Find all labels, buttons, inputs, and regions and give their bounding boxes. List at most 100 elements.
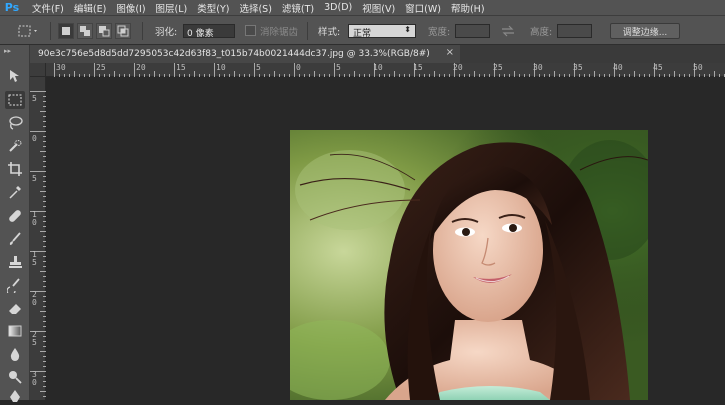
ruler-label: 3 0 — [32, 370, 37, 387]
style-value: 正常 — [353, 29, 372, 39]
panel-collapse-icon[interactable]: ▸▸ — [4, 47, 11, 55]
pen-icon — [10, 390, 20, 402]
dodge-tool[interactable] — [5, 368, 25, 386]
refine-edge-button[interactable]: 调整边缘... — [610, 23, 680, 39]
vertical-ruler[interactable]: 5 0 5 1 0 1 5 2 0 2 5 3 0 — [30, 77, 46, 400]
tools-panel: ▸▸ — [0, 45, 30, 402]
new-selection-button[interactable] — [58, 23, 74, 39]
width-label: 宽度: — [428, 26, 451, 38]
options-bar: 羽化: 0 像素 消除锯齿 样式: 正常 ⬍ 宽度: 高度: 调整边缘... — [0, 15, 725, 45]
ruler-label: 2 0 — [32, 290, 37, 307]
menu-select[interactable]: 选择(S) — [239, 1, 271, 15]
document-image[interactable] — [290, 130, 648, 400]
ruler-label: 5 — [32, 94, 37, 103]
menu-image[interactable]: 图像(I) — [116, 1, 145, 15]
ruler-label: 1 5 — [32, 250, 37, 267]
menu-3d[interactable]: 3D(D) — [324, 2, 352, 13]
ruler-label: 0 — [296, 63, 301, 72]
options-separator — [307, 22, 308, 40]
rect-marquee-tool[interactable] — [5, 91, 25, 109]
style-select[interactable]: 正常 ⬍ — [348, 24, 416, 39]
gradient-tool[interactable] — [5, 322, 25, 340]
ruler-label: 45 — [653, 63, 663, 72]
eraser-icon — [9, 304, 21, 314]
subtract-selection-icon — [99, 26, 110, 37]
tool-preset-picker[interactable] — [18, 16, 40, 45]
crop-icon — [8, 162, 22, 176]
feather-input[interactable]: 0 像素 — [183, 24, 235, 39]
bandage-icon — [9, 210, 21, 222]
options-separator — [142, 22, 143, 40]
feather-label: 羽化: — [155, 26, 178, 38]
rect-marquee-icon — [18, 25, 37, 36]
document-tab-title: 90e3c756e5d8d5dd7295053c42d63f83_t015b74… — [38, 49, 430, 59]
document-canvas[interactable] — [46, 77, 725, 400]
brush-icon — [9, 232, 21, 245]
stamp-icon — [9, 256, 22, 268]
horizontal-ruler[interactable]: 30 25 20 15 10 5 0 5 10 15 20 25 30 35 4… — [30, 63, 725, 77]
quick-selection-tool[interactable] — [5, 137, 25, 155]
move-tool[interactable] — [5, 67, 25, 85]
intersect-selection-icon — [117, 25, 129, 37]
move-icon — [10, 70, 19, 82]
dodge-icon — [9, 371, 22, 384]
add-to-selection-button[interactable] — [77, 23, 93, 39]
lasso-tool[interactable] — [5, 114, 25, 132]
ruler-label: 40 — [613, 63, 623, 72]
gradient-icon — [8, 325, 22, 337]
pen-tool[interactable] — [5, 387, 25, 405]
ruler-label: 20 — [453, 63, 463, 72]
antialias-option[interactable]: 消除锯齿 — [245, 16, 298, 45]
eraser-tool[interactable] — [5, 299, 25, 317]
menu-file[interactable]: 文件(F) — [32, 1, 64, 15]
ruler-label: 20 — [136, 63, 146, 72]
document-tab[interactable]: 90e3c756e5d8d5dd7295053c42d63f83_t015b74… — [30, 45, 460, 63]
brush-tool[interactable] — [5, 230, 25, 248]
healing-brush-tool[interactable] — [5, 207, 25, 225]
ruler-origin[interactable] — [30, 63, 46, 77]
menu-edit[interactable]: 编辑(E) — [74, 1, 106, 15]
antialias-checkbox[interactable] — [245, 25, 256, 36]
height-label: 高度: — [530, 26, 553, 38]
ruler-label: 15 — [413, 63, 423, 72]
ruler-label: 5 — [256, 63, 261, 72]
width-input[interactable] — [455, 24, 490, 38]
height-input[interactable] — [557, 24, 592, 38]
menu-layer[interactable]: 图层(L) — [156, 1, 188, 15]
close-icon[interactable]: × — [446, 47, 454, 58]
clone-stamp-tool[interactable] — [5, 253, 25, 271]
ruler-label: 2 5 — [32, 330, 37, 347]
quick-selection-icon — [9, 140, 22, 152]
ruler-label: 1 0 — [32, 210, 37, 227]
blur-drop-icon — [10, 348, 20, 361]
ruler-label: 10 — [373, 63, 383, 72]
ruler-label: 5 — [336, 63, 341, 72]
menu-help[interactable]: 帮助(H) — [451, 1, 485, 15]
ruler-label: 30 — [56, 63, 66, 72]
new-selection-icon — [62, 27, 70, 35]
menu-window[interactable]: 窗口(W) — [405, 1, 441, 15]
intersect-selection-button[interactable] — [115, 23, 131, 39]
ruler-label: 35 — [573, 63, 583, 72]
menu-view[interactable]: 视图(V) — [362, 1, 395, 15]
dropdown-arrow-icon: ⬍ — [404, 25, 411, 34]
ruler-label: 25 — [493, 63, 503, 72]
ruler-label: 30 — [533, 63, 543, 72]
history-brush-icon — [7, 278, 20, 293]
antialias-label: 消除锯齿 — [260, 26, 299, 38]
eyedropper-icon — [9, 186, 21, 199]
ruler-label: 25 — [96, 63, 106, 72]
eyedropper-tool[interactable] — [5, 183, 25, 201]
photoshop-logo[interactable]: Ps — [2, 0, 22, 15]
crop-tool[interactable] — [5, 160, 25, 178]
swap-dimensions-button[interactable] — [501, 16, 515, 45]
subtract-selection-button[interactable] — [96, 23, 112, 39]
lasso-icon — [9, 116, 23, 130]
menu-type[interactable]: 类型(Y) — [197, 1, 229, 15]
menu-bar: Ps 文件(F) 编辑(E) 图像(I) 图层(L) 类型(Y) 选择(S) 滤… — [0, 0, 725, 15]
swap-arrows-icon — [502, 25, 514, 36]
history-brush-tool[interactable] — [5, 276, 25, 294]
menu-filter[interactable]: 滤镜(T) — [282, 1, 314, 15]
blur-tool[interactable] — [5, 345, 25, 363]
ruler-label: 15 — [176, 63, 186, 72]
